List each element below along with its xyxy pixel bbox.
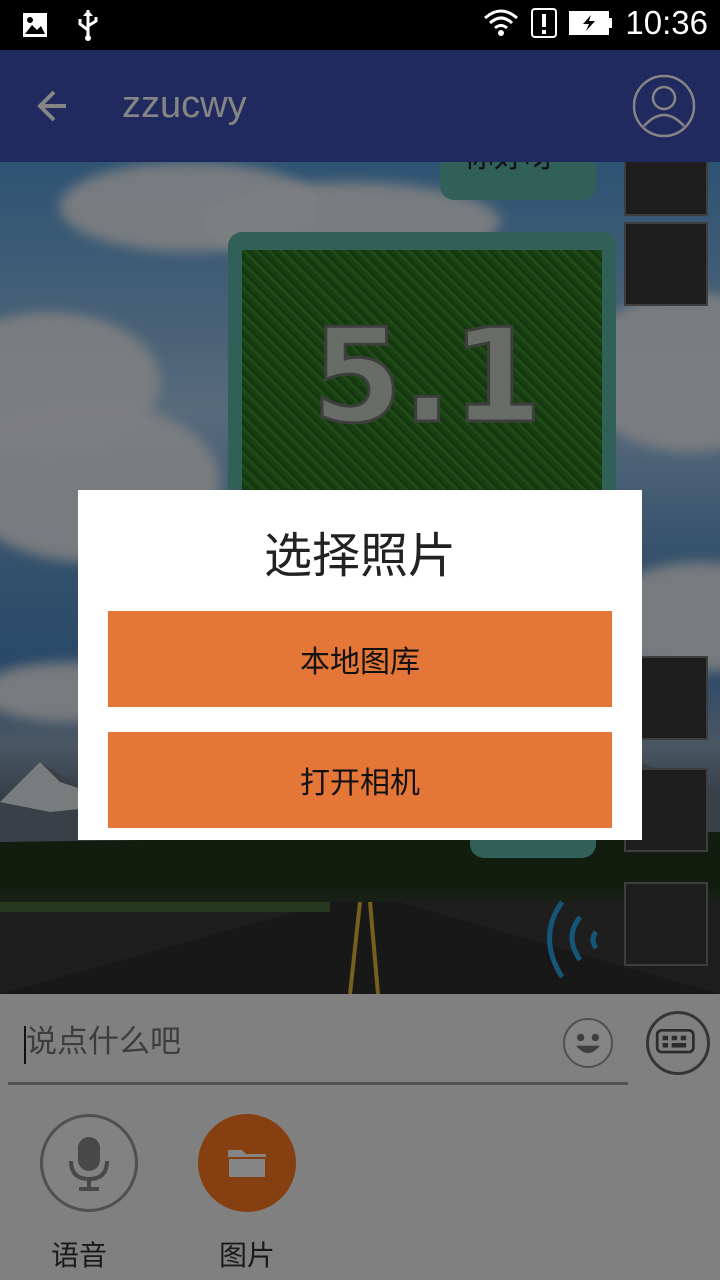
local-gallery-button[interactable]: 本地图库 — [108, 611, 612, 707]
dialog-title: 选择照片 — [263, 528, 456, 584]
status-time: 10:36 — [625, 4, 708, 41]
wifi-icon — [484, 9, 519, 36]
open-camera-button[interactable]: 打开相机 — [108, 732, 612, 828]
choose-photo-dialog: 选择照片 本地图库 打开相机 — [78, 490, 642, 840]
usb-icon — [78, 10, 98, 41]
image-icon — [23, 13, 47, 37]
alert-icon — [531, 8, 558, 38]
status-bar: 10:36 — [0, 0, 720, 50]
battery-charging-icon — [569, 11, 613, 35]
